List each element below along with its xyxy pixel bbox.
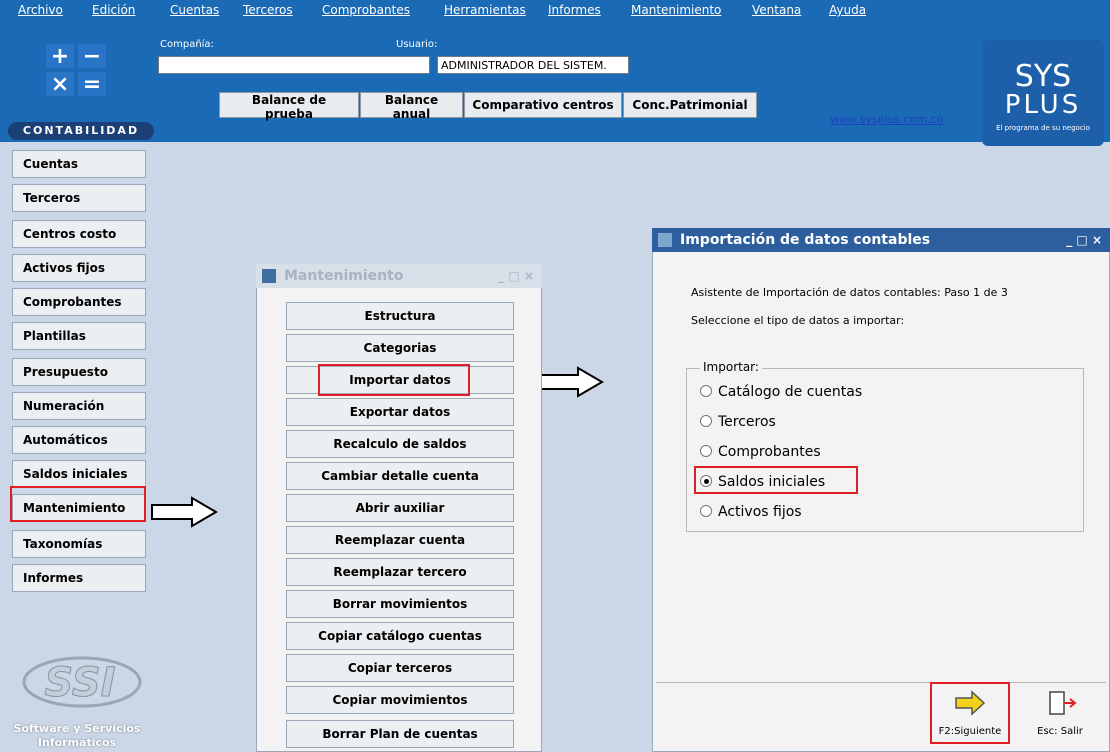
maintenance-title: Mantenimiento bbox=[284, 268, 404, 284]
option-comprobantes[interactable]: Comprobantes bbox=[700, 444, 821, 460]
maint-copiar-movimientos-button[interactable]: Copiar movimientos bbox=[286, 686, 514, 714]
conc-patrimonial-button[interactable]: Conc.Patrimonial bbox=[623, 92, 757, 118]
company-label: Compañía: bbox=[160, 39, 214, 50]
sidebar-item-comprobantes[interactable]: Comprobantes bbox=[12, 288, 146, 316]
svg-text:+: + bbox=[51, 44, 69, 69]
company-field[interactable] bbox=[158, 56, 430, 74]
app-icon bbox=[262, 269, 276, 283]
ssi-tagline-1: Software y Servicios bbox=[13, 722, 141, 735]
balance-anual-button[interactable]: Balance anual bbox=[360, 92, 463, 121]
menu-bar: Archivo Edición Cuentas Terceros Comprob… bbox=[0, 0, 1110, 22]
user-label: Usuario: bbox=[396, 39, 438, 50]
menu-mantenimiento[interactable]: Mantenimiento bbox=[631, 3, 721, 17]
radio-icon[interactable] bbox=[700, 505, 712, 517]
menu-edicion[interactable]: Edición bbox=[92, 3, 135, 17]
sidebar-item-activos-fijos[interactable]: Activos fijos bbox=[12, 254, 146, 282]
calculator-logo: + − × = bbox=[46, 44, 106, 97]
radio-selected-icon[interactable] bbox=[700, 475, 712, 487]
sidebar-item-informes[interactable]: Informes bbox=[12, 564, 146, 592]
option-saldos-iniciales[interactable]: Saldos iniciales bbox=[700, 474, 825, 490]
sysplus-logo-sys: SYS bbox=[1014, 59, 1072, 94]
sidebar-item-terceros[interactable]: Terceros bbox=[12, 184, 146, 212]
maint-cambiar-detalle-button[interactable]: Cambiar detalle cuenta bbox=[286, 462, 514, 490]
maint-importar-datos-button[interactable]: Importar datos bbox=[286, 366, 514, 394]
contabilidad-tab: CONTABILIDAD bbox=[8, 122, 154, 140]
exit-button[interactable]: Esc: Salir bbox=[1030, 688, 1090, 744]
svg-text:=: = bbox=[83, 72, 101, 96]
sidebar-item-plantillas[interactable]: Plantillas bbox=[12, 322, 146, 350]
window-controls-icon[interactable]: _ □ × bbox=[498, 264, 534, 288]
balance-prueba-button[interactable]: Balance de prueba bbox=[219, 92, 359, 121]
next-arrow-icon bbox=[955, 690, 986, 716]
sidebar-item-saldos-iniciales[interactable]: Saldos iniciales bbox=[12, 460, 146, 488]
window-controls-icon[interactable]: _ □ × bbox=[1066, 228, 1102, 252]
menu-archivo[interactable]: Archivo bbox=[18, 3, 63, 17]
divider bbox=[656, 682, 1106, 683]
maint-borrar-movimientos-button[interactable]: Borrar movimientos bbox=[286, 590, 514, 618]
arrow-right-icon bbox=[537, 366, 604, 398]
option-terceros[interactable]: Terceros bbox=[700, 414, 776, 430]
maint-categorias-button[interactable]: Categorias bbox=[286, 334, 514, 362]
radio-icon[interactable] bbox=[700, 415, 712, 427]
sidebar-item-centros-costo[interactable]: Centros costo bbox=[12, 220, 146, 248]
svg-text:−: − bbox=[83, 44, 101, 69]
sidebar-item-presupuesto[interactable]: Presupuesto bbox=[12, 358, 146, 386]
ssi-logo-text: SSI bbox=[44, 660, 115, 706]
sidebar-item-automaticos[interactable]: Automáticos bbox=[12, 426, 146, 454]
menu-cuentas[interactable]: Cuentas bbox=[170, 3, 219, 17]
sidebar-item-taxonomias[interactable]: Taxonomías bbox=[12, 530, 146, 558]
menu-informes[interactable]: Informes bbox=[548, 3, 601, 17]
maint-recalculo-saldos-button[interactable]: Recalculo de saldos bbox=[286, 430, 514, 458]
wizard-instruction: Seleccione el tipo de datos a importar: bbox=[691, 314, 905, 327]
svg-text:×: × bbox=[51, 72, 69, 96]
exit-door-icon bbox=[1049, 691, 1077, 715]
option-catalogo-cuentas[interactable]: Catálogo de cuentas bbox=[700, 384, 862, 400]
maintenance-title-bar: Mantenimiento _ □ × bbox=[256, 264, 542, 288]
next-button[interactable]: F2:Siguiente bbox=[938, 688, 1002, 744]
menu-ayuda[interactable]: Ayuda bbox=[829, 3, 866, 17]
sysplus-tagline: El programa de su negocio bbox=[996, 124, 1090, 132]
import-title: Importación de datos contables bbox=[680, 232, 931, 248]
ssi-tagline-2: Informáticos bbox=[37, 736, 117, 749]
menu-herramientas[interactable]: Herramientas bbox=[444, 3, 526, 17]
option-activos-fijos[interactable]: Activos fijos bbox=[700, 504, 802, 520]
website-link[interactable]: www.sysplus.com.co bbox=[830, 113, 943, 126]
sysplus-logo-plus: PLUS bbox=[1004, 90, 1082, 120]
maint-exportar-datos-button[interactable]: Exportar datos bbox=[286, 398, 514, 426]
arrow-right-icon bbox=[151, 496, 218, 528]
maint-copiar-terceros-button[interactable]: Copiar terceros bbox=[286, 654, 514, 682]
menu-ventana[interactable]: Ventana bbox=[752, 3, 801, 17]
next-label: F2:Siguiente bbox=[938, 726, 1002, 737]
radio-icon[interactable] bbox=[700, 385, 712, 397]
app-icon bbox=[658, 233, 672, 247]
radio-icon[interactable] bbox=[700, 445, 712, 457]
maint-reemplazar-cuenta-button[interactable]: Reemplazar cuenta bbox=[286, 526, 514, 554]
sidebar-item-mantenimiento[interactable]: Mantenimiento bbox=[12, 494, 146, 522]
exit-label: Esc: Salir bbox=[1037, 726, 1083, 737]
sidebar-item-cuentas[interactable]: Cuentas bbox=[12, 150, 146, 178]
maint-borrar-plan-button[interactable]: Borrar Plan de cuentas bbox=[286, 720, 514, 748]
wizard-step-text: Asistente de Importación de datos contab… bbox=[691, 286, 1008, 299]
sidebar-item-numeracion[interactable]: Numeración bbox=[12, 392, 146, 420]
maint-copiar-catalogo-button[interactable]: Copiar catálogo cuentas bbox=[286, 622, 514, 650]
ssi-logo: SSI Software y Servicios Informáticos bbox=[12, 650, 142, 750]
user-field[interactable]: ADMINISTRADOR DEL SISTEM. bbox=[437, 56, 629, 74]
maint-reemplazar-tercero-button[interactable]: Reemplazar tercero bbox=[286, 558, 514, 586]
sysplus-logo: SYS PLUS El programa de su negocio bbox=[982, 40, 1104, 146]
comparativo-centros-button[interactable]: Comparativo centros bbox=[464, 92, 622, 118]
import-title-bar: Importación de datos contables _ □ × bbox=[652, 228, 1110, 252]
maint-abrir-auxiliar-button[interactable]: Abrir auxiliar bbox=[286, 494, 514, 522]
maint-estructura-button[interactable]: Estructura bbox=[286, 302, 514, 330]
menu-terceros[interactable]: Terceros bbox=[243, 3, 293, 17]
menu-comprobantes[interactable]: Comprobantes bbox=[322, 3, 410, 17]
import-group-label: Importar: bbox=[700, 360, 762, 374]
